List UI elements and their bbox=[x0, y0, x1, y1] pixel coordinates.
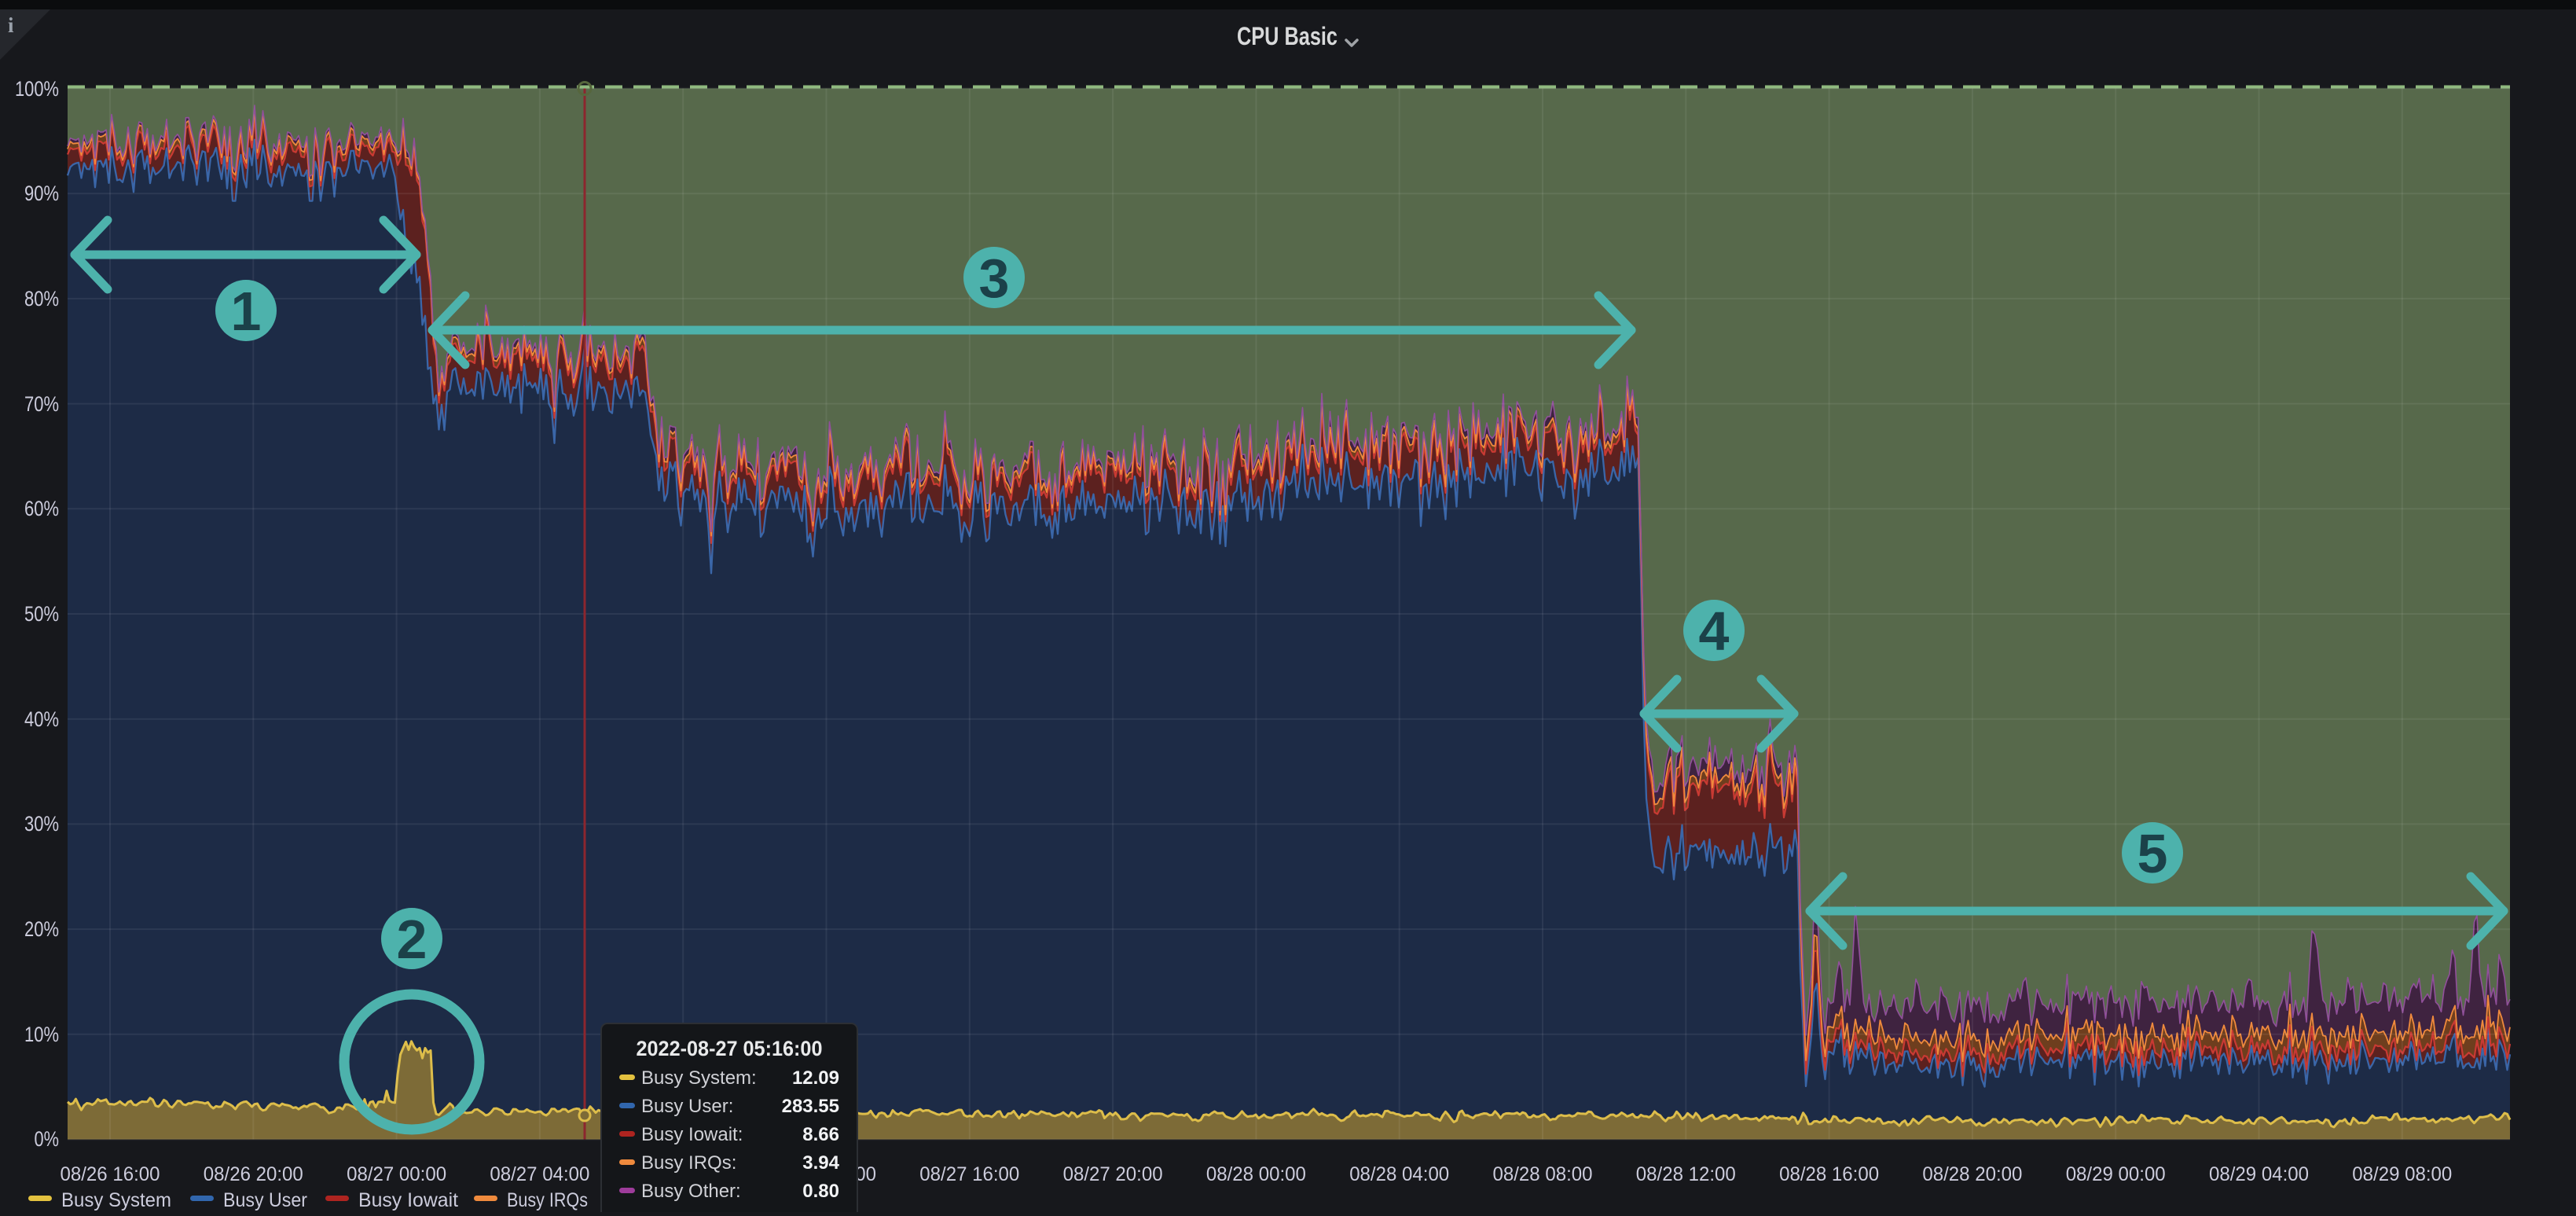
svg-text:Busy Iowait: Busy Iowait bbox=[358, 1189, 458, 1211]
svg-text:08/28 16:00: 08/28 16:00 bbox=[1779, 1163, 1879, 1185]
svg-text:Busy Iowait:: Busy Iowait: bbox=[641, 1124, 743, 1145]
svg-text:Busy Other:: Busy Other: bbox=[641, 1181, 741, 1202]
svg-text:Busy IRQs:: Busy IRQs: bbox=[641, 1152, 736, 1174]
svg-text:283.55: 283.55 bbox=[782, 1096, 839, 1117]
svg-text:12.09: 12.09 bbox=[792, 1067, 839, 1089]
svg-text:CPU Basic: CPU Basic bbox=[1237, 22, 1338, 50]
svg-text:3: 3 bbox=[979, 248, 1010, 309]
svg-text:2022-08-27 05:16:00: 2022-08-27 05:16:00 bbox=[637, 1037, 823, 1060]
svg-text:Busy System: Busy System bbox=[61, 1189, 171, 1211]
svg-text:90%: 90% bbox=[24, 182, 59, 205]
svg-text:08/27 04:00: 08/27 04:00 bbox=[490, 1163, 589, 1185]
svg-text:Busy User:: Busy User: bbox=[641, 1096, 733, 1117]
svg-text:80%: 80% bbox=[24, 287, 59, 310]
svg-text:08/29 08:00: 08/29 08:00 bbox=[2352, 1163, 2452, 1185]
svg-text:100%: 100% bbox=[15, 77, 59, 101]
svg-text:Busy System:: Busy System: bbox=[641, 1067, 757, 1089]
svg-text:08/28 08:00: 08/28 08:00 bbox=[1493, 1163, 1593, 1185]
svg-text:2: 2 bbox=[397, 909, 427, 970]
svg-text:Busy User: Busy User bbox=[223, 1189, 307, 1211]
svg-text:Busy IRQs: Busy IRQs bbox=[507, 1189, 588, 1211]
svg-text:40%: 40% bbox=[24, 707, 59, 731]
svg-text:i: i bbox=[8, 13, 14, 37]
svg-text:08/29 00:00: 08/29 00:00 bbox=[2066, 1163, 2166, 1185]
svg-text:3.94: 3.94 bbox=[802, 1152, 839, 1174]
svg-text:08/28 12:00: 08/28 12:00 bbox=[1636, 1163, 1736, 1185]
svg-text:30%: 30% bbox=[24, 812, 59, 836]
svg-text:08/27 20:00: 08/27 20:00 bbox=[1063, 1163, 1163, 1185]
svg-text:08/28 00:00: 08/28 00:00 bbox=[1206, 1163, 1306, 1185]
svg-text:0%: 0% bbox=[35, 1127, 60, 1151]
svg-text:08/27 00:00: 08/27 00:00 bbox=[347, 1163, 446, 1185]
svg-text:20%: 20% bbox=[24, 917, 59, 941]
svg-text:08/29 04:00: 08/29 04:00 bbox=[2209, 1163, 2309, 1185]
svg-text:1: 1 bbox=[231, 281, 262, 342]
svg-text:08/27 16:00: 08/27 16:00 bbox=[919, 1163, 1019, 1185]
svg-text:70%: 70% bbox=[24, 392, 59, 416]
svg-text:08/26 16:00: 08/26 16:00 bbox=[61, 1163, 160, 1185]
svg-text:10%: 10% bbox=[24, 1023, 59, 1046]
svg-text:08/28 20:00: 08/28 20:00 bbox=[1922, 1163, 2022, 1185]
svg-text:8.66: 8.66 bbox=[802, 1124, 839, 1145]
svg-text:08/26 20:00: 08/26 20:00 bbox=[204, 1163, 303, 1185]
svg-text:50%: 50% bbox=[24, 602, 59, 626]
svg-text:0.80: 0.80 bbox=[802, 1181, 839, 1202]
svg-text:5: 5 bbox=[2137, 823, 2168, 884]
svg-text:4: 4 bbox=[1699, 601, 1730, 662]
svg-text:60%: 60% bbox=[24, 497, 59, 520]
svg-text:08/28 04:00: 08/28 04:00 bbox=[1349, 1163, 1449, 1185]
